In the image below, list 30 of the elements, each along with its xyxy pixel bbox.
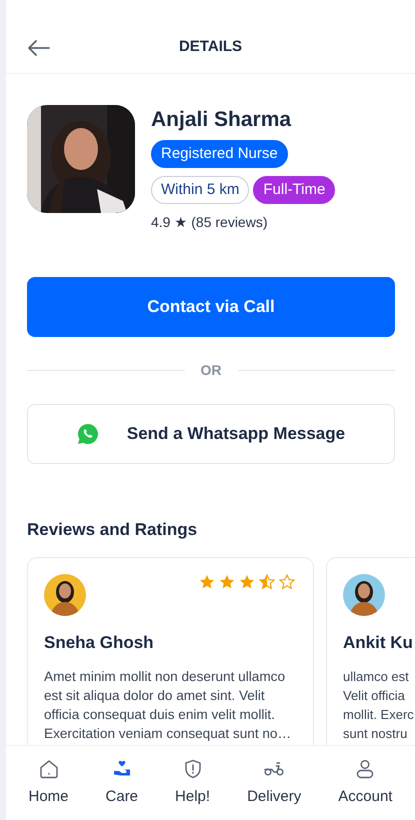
page-title: DETAILS <box>178 38 242 56</box>
call-button[interactable]: Contact via Call <box>27 277 395 338</box>
star-icon <box>259 574 275 590</box>
nav-tab[interactable]: Home <box>24 758 73 808</box>
tag: Within 5 km <box>151 176 250 204</box>
tag: Full-Time <box>253 176 336 204</box>
section-title: Reviews and Ratings <box>27 520 198 541</box>
rating-text: 4.9 ★ (85 reviews) <box>151 213 268 232</box>
chat-bubble-icon <box>76 423 99 446</box>
nav-tab[interactable]: Delivery <box>243 758 306 808</box>
star-icon <box>219 574 235 590</box>
review-text-line: mollit. Exerc <box>343 706 415 724</box>
review-text: Amet minim mollit non deserunt ullamco est sit aliqua dolor do amet sint. Velit officia consequat duis enim velit mollit. Exercitation veniam consequat sunt no… <box>44 668 292 743</box>
review-text-line: Velit officia <box>343 686 406 705</box>
review-text-line: ullamco est <box>343 668 410 686</box>
nav-tab[interactable]: Account <box>334 758 396 808</box>
divider-text: OR <box>200 361 222 380</box>
nav-tab[interactable]: Help! <box>171 758 214 808</box>
nav-tab[interactable]: Care <box>102 758 142 808</box>
star-icon <box>279 574 295 590</box>
reviewer-name: Sneha Ghosh <box>44 632 155 653</box>
back-button[interactable] <box>26 38 52 58</box>
home-icon <box>38 758 60 780</box>
review-text-line: sunt nostru <box>343 724 408 743</box>
tag: Registered Nurse <box>151 140 288 168</box>
person-name: Anjali Sharma <box>151 107 292 132</box>
whatsapp-button[interactable]: Send a Whatsapp Message <box>27 404 395 464</box>
star-icon <box>199 574 215 590</box>
reviewer-name: Ankit Ku <box>343 632 414 653</box>
star-icon <box>239 574 255 590</box>
